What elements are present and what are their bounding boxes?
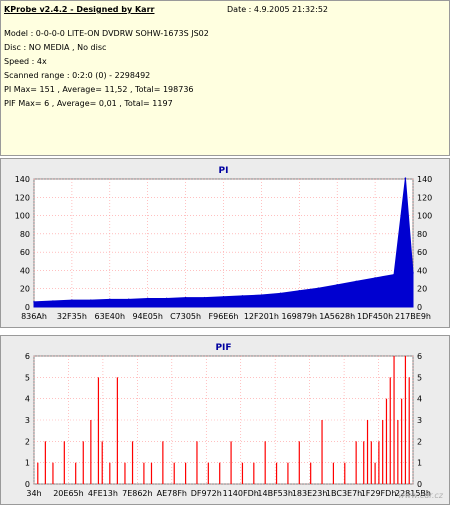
x-tick-label: F96E6h: [209, 312, 239, 321]
y-tick-label: 3: [25, 416, 30, 425]
y-tick-label-right: 140: [417, 175, 432, 184]
disc-line: Disc : NO MEDIA , No disc: [4, 43, 107, 52]
y-tick-label-right: 0: [417, 303, 422, 312]
x-tick-label: 14BF53h: [257, 489, 293, 498]
x-tick-label: C7305h: [170, 312, 201, 321]
pi-data-point: [393, 273, 395, 276]
y-tick-label-right: 4: [417, 395, 422, 404]
y-tick-label: 120: [15, 193, 30, 202]
y-tick-label: 20: [20, 285, 30, 294]
pi-data-point: [203, 296, 206, 299]
x-tick-label: 1BC3E7h: [326, 489, 362, 498]
pi-data-point: [374, 277, 376, 279]
y-tick-label: 5: [25, 373, 30, 382]
info-header: KProbe v2.4.2 - Designed by Karr Date : …: [0, 0, 450, 156]
y-tick-label-right: 100: [417, 212, 432, 221]
y-tick-label-right: 6: [417, 352, 422, 361]
pi-data-point: [109, 298, 111, 301]
x-tick-label: 4FE13h: [88, 489, 118, 498]
pi-data-point: [146, 297, 149, 300]
app-title: KProbe v2.4.2 - Designed by Karr: [4, 5, 155, 14]
x-tick-label: 1140FDh: [223, 489, 259, 498]
chart-title: PI: [219, 166, 229, 176]
x-tick-label: 94E05h: [132, 312, 162, 321]
pi-data-point: [404, 177, 407, 179]
pi-data-point: [317, 287, 320, 290]
y-tick-label-right: 5: [417, 373, 422, 382]
y-tick-label: 1: [25, 459, 30, 468]
y-tick-label-right: 60: [417, 248, 427, 257]
y-tick-label-right: 0: [417, 480, 422, 489]
pi-data-point: [184, 296, 187, 299]
y-tick-label: 40: [20, 266, 30, 275]
pi-data-point: [165, 297, 168, 300]
y-tick-label-right: 80: [417, 230, 427, 239]
y-tick-label-right: 1: [417, 459, 422, 468]
scanned-range-line: Scanned range : 0:2:0 (0) - 2298492: [4, 71, 151, 80]
y-tick-label-right: 40: [417, 266, 427, 275]
pi-data-point: [298, 289, 301, 292]
y-tick-label: 80: [20, 230, 30, 239]
pi-data-point: [412, 272, 414, 274]
x-tick-label: 20E65h: [53, 489, 83, 498]
x-tick-label: 169879h: [281, 312, 317, 321]
pi-data-point: [90, 299, 92, 301]
x-tick-label: 836Ah: [21, 312, 47, 321]
y-tick-label: 100: [15, 212, 30, 221]
y-tick-label-right: 2: [417, 437, 422, 446]
y-tick-label: 6: [25, 352, 30, 361]
chart-title: PIF: [215, 343, 231, 353]
pi-stats-line: PI Max= 151 , Average= 11,52 , Total= 19…: [4, 85, 194, 94]
pi-chart: PI 0 0 20 20 40 40 60 60 80 80 100 100 120 120 140 140 83…: [15, 166, 433, 321]
y-tick-label-right: 20: [417, 285, 427, 294]
y-tick-label: 60: [20, 248, 30, 257]
y-tick-label: 0: [25, 480, 30, 489]
scan-date: Date : 4.9.2005 21:32:52: [227, 5, 328, 14]
x-tick-label: 7E862h: [122, 489, 152, 498]
x-tick-label: 12F201h: [244, 312, 279, 321]
watermark: www.cdr.cz: [398, 491, 443, 500]
pi-data-point: [279, 292, 282, 295]
x-tick-label: 32F35h: [57, 312, 87, 321]
pi-data-point: [222, 295, 225, 298]
model-line: Model : 0-0-0-0 LITE-ON DVDRW SOHW-1673S…: [4, 29, 209, 38]
pi-data-point: [127, 298, 130, 301]
y-tick-label-right: 3: [417, 416, 422, 425]
y-tick-label: 0: [25, 303, 30, 312]
x-tick-label: 183E23h: [292, 489, 328, 498]
y-tick-label: 140: [15, 175, 30, 184]
x-tick-label: 217BE9h: [395, 312, 431, 321]
x-tick-label: 63E40h: [95, 312, 125, 321]
pi-data-point: [52, 300, 54, 302]
pi-data-point: [355, 280, 357, 283]
y-tick-label: 2: [25, 437, 30, 446]
speed-line: Speed : 4x: [4, 57, 47, 66]
x-tick-label: DF972h: [191, 489, 222, 498]
x-tick-label: 34h: [26, 489, 41, 498]
pi-data-point: [260, 294, 263, 296]
x-tick-label: 1A5628h: [319, 312, 355, 321]
pif-chart: PIF 0 0 1 1 2 2 3 3 4 4 5 5 6 6 34h 20E65h 4FE13h 7E862h AE…: [25, 343, 431, 498]
y-tick-label-right: 120: [417, 193, 432, 202]
pi-chart-panel: PI 0 0 20 20 40 40 60 60 80 80 100 100 120 120 140 140 83…: [0, 158, 450, 328]
pi-data-point: [71, 299, 73, 301]
pif-chart-panel: PIF 0 0 1 1 2 2 3 3 4 4 5 5 6 6 34h 20E65h 4FE13h 7E862h AE…: [0, 335, 450, 505]
x-tick-label: 1F29FDh: [361, 489, 397, 498]
pif-stats-line: PIF Max= 6 , Average= 0,01 , Total= 1197: [4, 99, 173, 108]
x-tick-label: 1DF450h: [357, 312, 393, 321]
pi-data-point: [33, 301, 35, 303]
x-tick-label: AE78Fh: [157, 489, 187, 498]
pi-data-point: [241, 295, 244, 297]
y-tick-label: 4: [25, 395, 30, 404]
pi-data-point: [336, 284, 339, 286]
